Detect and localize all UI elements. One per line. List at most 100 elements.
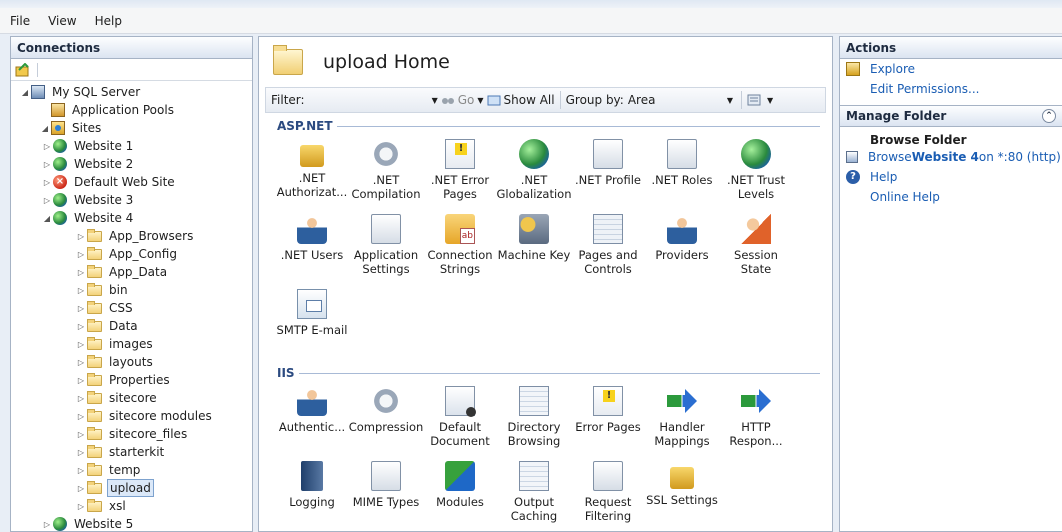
feature-item[interactable]: Directory Browsing	[497, 382, 571, 457]
tree-node-label[interactable]: CSS	[107, 300, 135, 316]
collapsed-arrow-icon[interactable]: ▷	[75, 484, 87, 493]
feature-item[interactable]: Providers	[645, 210, 719, 285]
tree-node-label[interactable]: bin	[107, 282, 130, 298]
collapsed-arrow-icon[interactable]: ▷	[75, 340, 87, 349]
feature-item[interactable]: Pages and Controls	[571, 210, 645, 285]
show-all-button[interactable]: Show All	[487, 93, 555, 107]
feature-item[interactable]: .NET Roles	[645, 135, 719, 210]
edit-permissions-link[interactable]: Edit Permissions...	[870, 82, 979, 96]
feature-item[interactable]: Default Document	[423, 382, 497, 457]
tree-node-label[interactable]: Properties	[107, 372, 172, 388]
tree-node-label[interactable]: images	[107, 336, 155, 352]
tree-node[interactable]: ▷ temp	[11, 461, 252, 479]
collapsed-arrow-icon[interactable]: ▷	[75, 430, 87, 439]
collapsed-arrow-icon[interactable]: ▷	[75, 250, 87, 259]
tree-node-label[interactable]: App_Browsers	[107, 228, 195, 244]
tree-node[interactable]: ▷ Website 1	[11, 137, 252, 155]
browse-site-link[interactable]: Website 4	[912, 150, 979, 164]
tree-node-label[interactable]: upload	[107, 479, 154, 497]
collapsed-arrow-icon[interactable]: ▷	[75, 502, 87, 511]
collapsed-arrow-icon[interactable]: ▷	[75, 412, 87, 421]
tree-node[interactable]: ▷ Website 5	[11, 515, 252, 532]
tree-node[interactable]: ▷ layouts	[11, 353, 252, 371]
tree-node-label[interactable]: Website 3	[72, 192, 135, 208]
help-action[interactable]: ? Help	[840, 167, 1062, 187]
tree-node-label[interactable]: sitecore modules	[107, 408, 214, 424]
tree-node-label[interactable]: App_Data	[107, 264, 169, 280]
expanded-arrow-icon[interactable]: ◢	[19, 88, 31, 97]
browse-action[interactable]: Browse Website 4 on *:80 (http)	[840, 147, 1062, 167]
collapse-icon[interactable]: ⌃	[1042, 109, 1056, 123]
section-title[interactable]: IIS	[277, 366, 820, 380]
tree-node[interactable]: ▷ Properties	[11, 371, 252, 389]
feature-item[interactable]: Connection Strings	[423, 210, 497, 285]
tree-node-label[interactable]: Website 5	[72, 516, 135, 532]
explore-action[interactable]: Explore	[840, 59, 1062, 79]
feature-item[interactable]: Machine Key	[497, 210, 571, 285]
feature-item[interactable]: Error Pages	[571, 382, 645, 457]
collapsed-arrow-icon[interactable]: ▷	[41, 178, 53, 187]
tree-node[interactable]: ▷ starterkit	[11, 443, 252, 461]
collapsed-arrow-icon[interactable]: ▷	[75, 286, 87, 295]
go-button[interactable]: Go	[441, 93, 474, 107]
collapsed-arrow-icon[interactable]: ▷	[75, 232, 87, 241]
tree-node-label[interactable]: sitecore	[107, 390, 159, 406]
online-help-link[interactable]: Online Help	[870, 190, 940, 204]
tree-node-label[interactable]: Data	[107, 318, 140, 334]
tree-node[interactable]: ▷ Data	[11, 317, 252, 335]
tree-node[interactable]: ◢ Sites	[11, 119, 252, 137]
view-mode-icon[interactable]	[747, 94, 761, 106]
explore-link[interactable]: Explore	[870, 62, 915, 76]
menu-help[interactable]: Help	[95, 14, 122, 28]
collapsed-arrow-icon[interactable]: ▷	[41, 142, 53, 151]
tree-node[interactable]: ▷ App_Browsers	[11, 227, 252, 245]
feature-item[interactable]: .NET Compilation	[349, 135, 423, 210]
tree-node-label[interactable]: starterkit	[107, 444, 166, 460]
tree-node-label[interactable]: Website 4	[72, 210, 135, 226]
tree-node[interactable]: ▷ Website 2	[11, 155, 252, 173]
collapsed-arrow-icon[interactable]: ▷	[41, 520, 53, 529]
feature-item[interactable]: Authentic...	[275, 382, 349, 457]
tree-node[interactable]: ▷ upload	[11, 479, 252, 497]
view-mode-dropdown-icon[interactable]: ▼	[767, 96, 773, 105]
tree-node[interactable]: ▷ sitecore modules	[11, 407, 252, 425]
tree-node-label[interactable]: sitecore_files	[107, 426, 189, 442]
filter-dropdown-icon[interactable]: ▼	[432, 96, 438, 105]
collapsed-arrow-icon[interactable]: ▷	[75, 394, 87, 403]
tree-node-label[interactable]: temp	[107, 462, 142, 478]
group-by-control[interactable]: Group by: Area ▼	[566, 93, 736, 107]
tree-node[interactable]: ▷ sitecore	[11, 389, 252, 407]
tree-node[interactable]: ▷ App_Config	[11, 245, 252, 263]
feature-item[interactable]: Request Filtering	[571, 457, 645, 532]
tree-node[interactable]: ◢ My SQL Server	[11, 83, 252, 101]
feature-item[interactable]: .NET Authorizat...	[275, 135, 349, 210]
tree-node[interactable]: ▷ sitecore_files	[11, 425, 252, 443]
help-link[interactable]: Help	[870, 170, 897, 184]
collapsed-arrow-icon[interactable]: ▷	[75, 376, 87, 385]
browse-prefix[interactable]: Browse	[868, 150, 912, 164]
menu-view[interactable]: View	[48, 14, 76, 28]
feature-item[interactable]: .NET Trust Levels	[719, 135, 793, 210]
tree-node-label[interactable]: layouts	[107, 354, 155, 370]
tree-node[interactable]: ▷ × Default Web Site	[11, 173, 252, 191]
filter-input[interactable]	[308, 91, 429, 109]
expanded-arrow-icon[interactable]: ◢	[41, 214, 53, 223]
collapsed-arrow-icon[interactable]: ▷	[75, 268, 87, 277]
feature-item[interactable]: SSL Settings	[645, 457, 719, 532]
collapsed-arrow-icon[interactable]: ▷	[75, 322, 87, 331]
feature-item[interactable]: MIME Types	[349, 457, 423, 532]
feature-item[interactable]: .NET Profile	[571, 135, 645, 210]
browse-suffix[interactable]: on *:80 (http)	[979, 150, 1061, 164]
collapsed-arrow-icon[interactable]: ▷	[75, 466, 87, 475]
tree-node-label[interactable]: Sites	[70, 120, 103, 136]
group-by-dropdown-icon[interactable]: ▼	[727, 96, 733, 105]
tree-node[interactable]: ▷ Website 3	[11, 191, 252, 209]
feature-item[interactable]: .NET Users	[275, 210, 349, 285]
tree-node-label[interactable]: App_Config	[107, 246, 179, 262]
feature-item[interactable]: .NET Error Pages	[423, 135, 497, 210]
feature-item[interactable]: Logging	[275, 457, 349, 532]
tree-node-label[interactable]: Default Web Site	[72, 174, 177, 190]
feature-item[interactable]: Compression	[349, 382, 423, 457]
collapsed-arrow-icon[interactable]: ▷	[75, 304, 87, 313]
tree-node[interactable]: Application Pools	[11, 101, 252, 119]
